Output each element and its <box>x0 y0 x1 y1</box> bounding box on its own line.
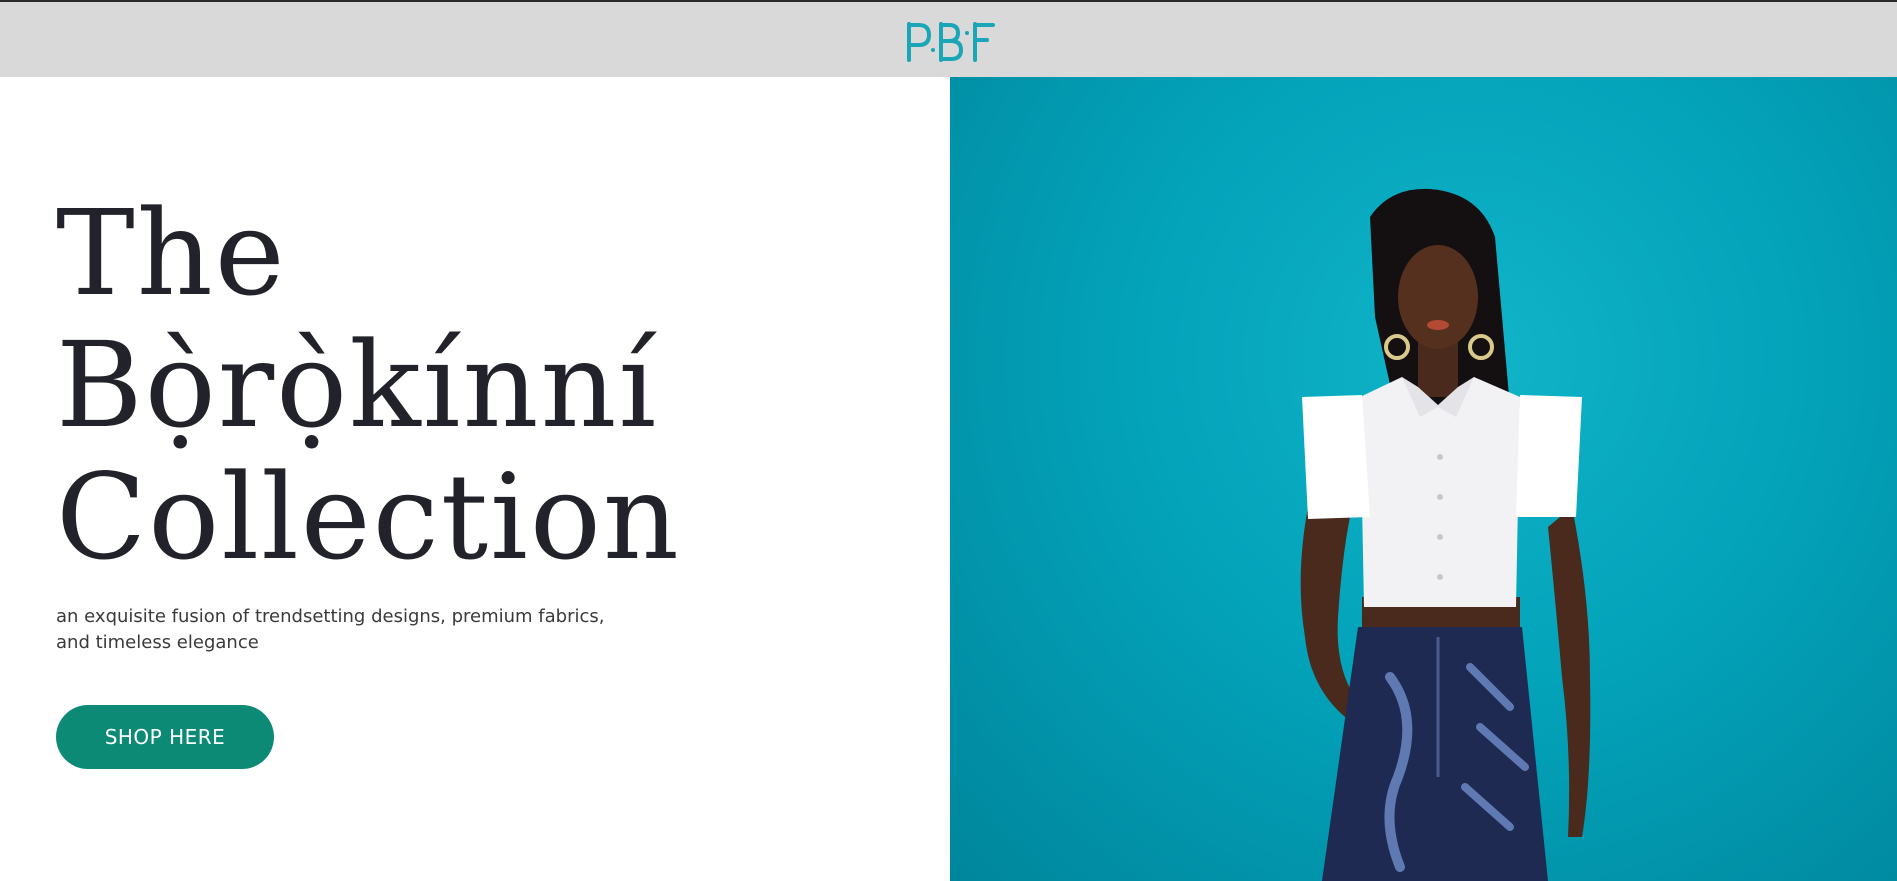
hero-image <box>950 77 1897 881</box>
headline-line-3: Collection <box>56 448 681 586</box>
subtitle-line-1: an exquisite fusion of trendsetting desi… <box>56 606 605 627</box>
subtitle-line-2: and timeless elegance <box>56 632 259 653</box>
hero-subtitle: an exquisite fusion of trendsetting desi… <box>56 604 646 656</box>
headline-line-1: The <box>56 184 287 322</box>
model-photo <box>1300 188 1591 881</box>
pbf-logo-icon[interactable] <box>899 16 999 64</box>
hero-headline: The Bọ̀rọ̀kínní Collection <box>56 187 681 583</box>
site-header <box>0 2 1897 77</box>
hero-text-panel: The Bọ̀rọ̀kínní Collection an exquisite … <box>0 77 950 881</box>
shop-here-button[interactable]: SHOP HERE <box>56 705 274 769</box>
headline-line-2: Bọ̀rọ̀kínní <box>56 316 659 454</box>
